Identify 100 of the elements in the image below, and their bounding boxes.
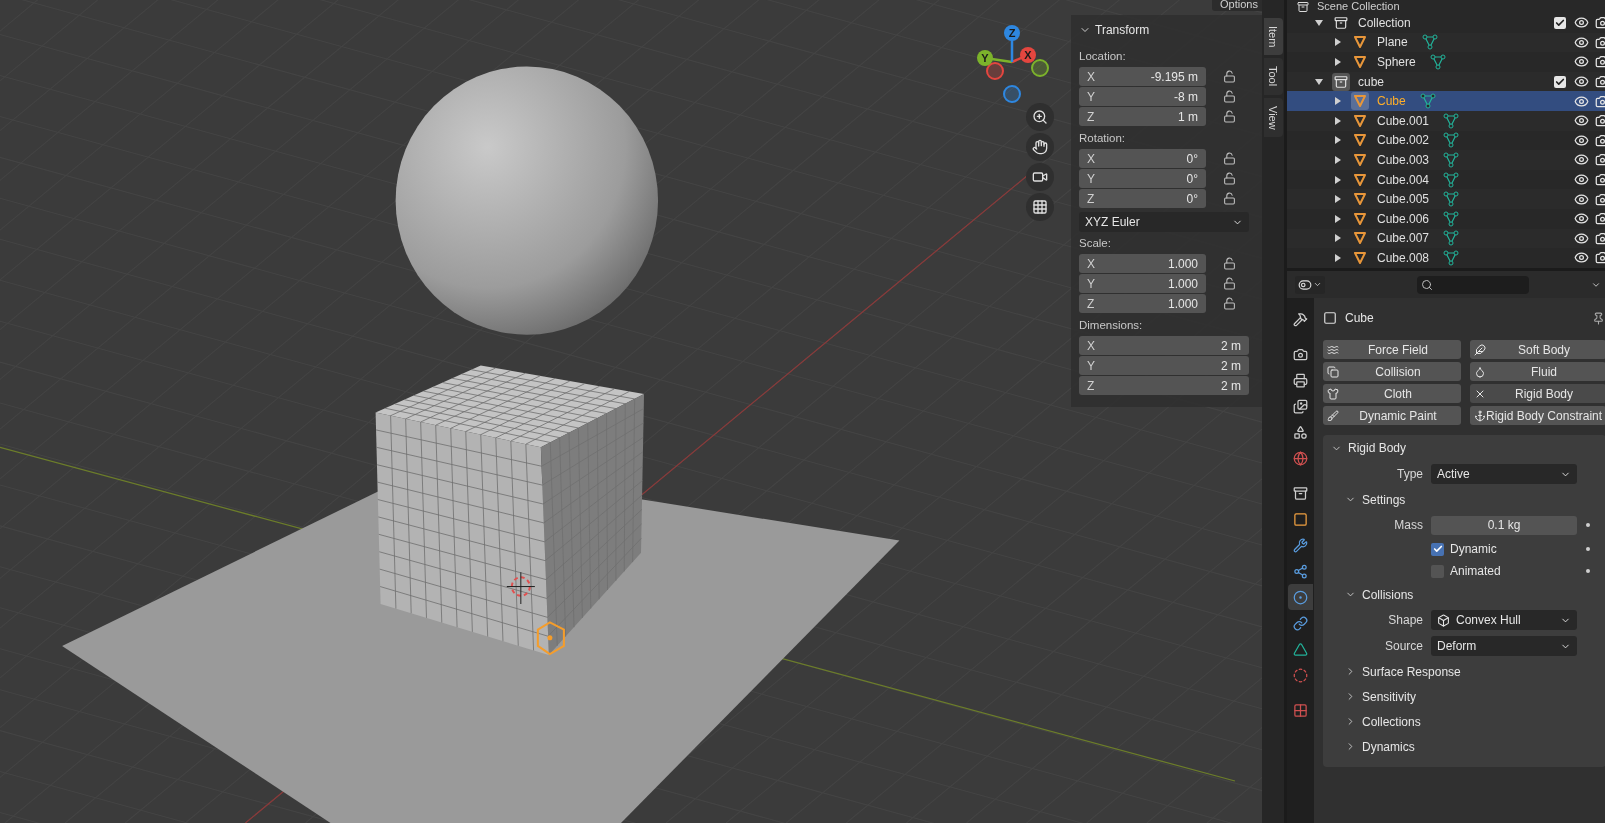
number-field[interactable]: Y 0° [1079,169,1206,188]
eye-icon[interactable] [1574,113,1589,129]
subpanel-header[interactable]: Dynamics [1323,734,1605,759]
camera-icon[interactable] [1595,15,1605,31]
physics-button[interactable]: Dynamic Paint [1323,406,1461,425]
camera-icon[interactable] [1595,54,1605,70]
negative-axis-dot[interactable] [986,62,1004,80]
number-field[interactable]: X 1.000 [1079,254,1206,273]
negative-axis-dot[interactable] [1031,59,1049,77]
lock-open-icon[interactable] [1223,172,1236,185]
camera-icon[interactable] [1595,93,1605,109]
expand-arrow-icon[interactable] [1334,38,1342,47]
expand-arrow-icon[interactable] [1334,58,1342,66]
camera-icon[interactable] [1595,191,1605,207]
rotation-mode-dropdown[interactable]: XYZ Euler [1079,212,1249,232]
number-field[interactable]: Y 2 m [1079,356,1249,375]
checkbox[interactable] [1431,542,1444,556]
camera-icon[interactable] [1595,211,1605,227]
camera-icon[interactable] [1595,34,1605,50]
exclude-checkbox[interactable] [1554,16,1566,29]
number-field[interactable]: Z 1.000 [1079,294,1206,313]
physics-button[interactable]: Rigid Body [1470,384,1605,403]
camera-icon[interactable] [1595,132,1605,148]
number-field[interactable]: Z 2 m [1079,376,1249,395]
lock-open-icon[interactable] [1223,110,1236,123]
expand-arrow-icon[interactable] [1334,195,1342,204]
subpanel-header[interactable]: Sensitivity [1323,684,1605,709]
expand-arrow-icon[interactable] [1334,175,1342,184]
camera-icon[interactable] [1595,74,1605,90]
eye-icon[interactable] [1574,54,1589,70]
number-field[interactable]: X -9.195 m [1079,67,1206,86]
checkbox-label[interactable]: Dynamic [1450,540,1497,558]
lock-open-icon[interactable] [1223,70,1236,83]
lock-open-icon[interactable] [1223,257,1236,270]
number-field[interactable]: 0.1 kg [1431,515,1577,535]
dropdown[interactable]: Convex Hull [1431,610,1577,630]
lock-open-icon[interactable] [1223,90,1236,103]
expand-arrow-icon[interactable] [1315,18,1323,27]
lock-open-icon[interactable] [1223,152,1236,165]
sidebar-tab[interactable]: View [1263,97,1283,138]
eye-icon[interactable] [1574,93,1589,109]
eye-icon[interactable] [1574,230,1589,246]
expand-arrow-icon[interactable] [1334,136,1342,145]
axis-dot[interactable] [1004,25,1020,41]
subpanel-header[interactable]: Surface Response [1323,659,1605,684]
physics-button[interactable]: Soft Body [1470,340,1605,359]
lock-open-icon[interactable] [1223,277,1236,290]
camera-icon[interactable] [1595,250,1605,266]
eye-icon[interactable] [1574,211,1589,227]
subpanel-header[interactable]: Settings [1323,487,1605,512]
expand-arrow-icon[interactable] [1334,253,1342,262]
eye-icon[interactable] [1574,132,1589,148]
axis-dot[interactable] [977,50,993,66]
subpanel-header[interactable]: Collections [1323,709,1605,734]
checkbox-label[interactable]: Animated [1450,562,1501,580]
eye-icon[interactable] [1574,250,1589,266]
camera-view-icon[interactable] [1026,163,1054,191]
eye-icon[interactable] [1574,191,1589,207]
eye-icon[interactable] [1574,74,1589,90]
grid-icon[interactable] [1026,193,1054,221]
camera-icon[interactable] [1595,113,1605,129]
negative-axis-dot[interactable] [1003,85,1021,103]
exclude-checkbox[interactable] [1554,75,1566,88]
physics-button[interactable]: Collision [1323,362,1461,381]
eye-icon[interactable] [1574,172,1589,188]
search-field[interactable] [1417,275,1529,294]
dropdown[interactable]: Deform [1431,636,1577,656]
expand-arrow-icon[interactable] [1315,77,1323,86]
panel-title[interactable]: Transform [1095,21,1150,39]
number-field[interactable]: X 2 m [1079,336,1249,355]
physics-button[interactable]: Cloth [1323,384,1461,403]
axis-dot[interactable] [1020,47,1036,63]
pin-icon[interactable] [1592,311,1605,325]
number-field[interactable]: X 0° [1079,149,1206,168]
number-field[interactable]: Z 1 m [1079,107,1206,126]
expand-arrow-icon[interactable] [1334,214,1342,223]
expand-arrow-icon[interactable] [1334,155,1342,164]
editor-type-button[interactable] [1295,275,1325,294]
lock-open-icon[interactable] [1223,192,1236,205]
sidebar-tab[interactable]: Tool [1263,58,1283,95]
number-field[interactable]: Y -8 m [1079,87,1206,106]
outliner-row[interactable]: Cube [1287,91,1605,111]
physics-button[interactable]: Force Field [1323,340,1461,359]
zoom-icon[interactable] [1026,103,1054,131]
expand-arrow-icon[interactable] [1334,116,1342,125]
eye-icon[interactable] [1574,15,1589,31]
subpanel-header[interactable]: Collisions [1323,582,1605,607]
number-field[interactable]: Y 1.000 [1079,274,1206,293]
eye-icon[interactable] [1574,34,1589,50]
dropdown[interactable]: Active [1431,464,1577,484]
camera-icon[interactable] [1595,172,1605,188]
expand-arrow-icon[interactable] [1334,97,1342,106]
expand-arrow-icon[interactable] [1334,234,1342,243]
camera-icon[interactable] [1595,152,1605,168]
sidebar-tab[interactable]: Item [1263,18,1283,56]
lock-open-icon[interactable] [1223,297,1236,310]
camera-icon[interactable] [1595,230,1605,246]
number-field[interactable]: Z 0° [1079,189,1206,208]
physics-button[interactable]: Fluid [1470,362,1605,381]
eye-icon[interactable] [1574,152,1589,168]
